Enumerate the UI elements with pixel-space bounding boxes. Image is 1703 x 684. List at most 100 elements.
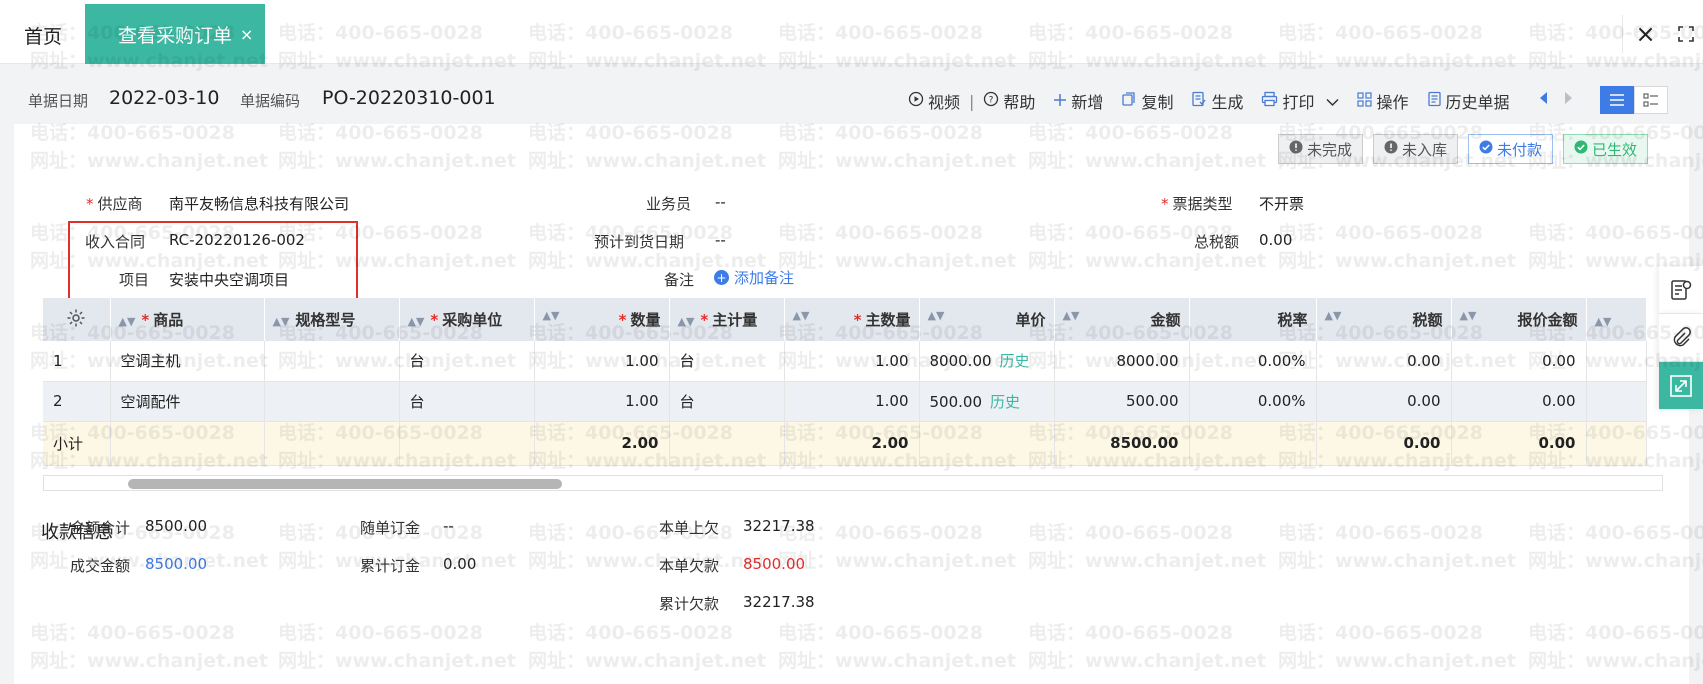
sort-icon[interactable]: ▲▼ [928, 309, 945, 322]
card-view-button[interactable] [1634, 86, 1668, 114]
arrival-date-value[interactable]: -- [715, 231, 726, 249]
video-button[interactable]: 视频 [908, 89, 960, 113]
tab-home[interactable]: 首页 [24, 22, 62, 49]
sort-icon[interactable]: ▲▼ [543, 309, 560, 322]
tab-close-icon[interactable]: × [240, 25, 253, 44]
print-label: 打印 [1282, 93, 1315, 112]
sort-icon[interactable]: ▲▼ [793, 309, 810, 322]
column-header-amount[interactable]: ▲▼ 金额 [1054, 298, 1190, 341]
tab-view-purchase-order[interactable]: 查看采购订单 × [85, 4, 265, 64]
column-header-extra[interactable]: ▲▼ [1586, 298, 1647, 341]
cell-price[interactable]: 8000.00 历史 [919, 341, 1055, 382]
price-history-link[interactable]: 历史 [1000, 352, 1030, 370]
accumulated-deposit-value: 0.00 [443, 555, 477, 573]
status-badges: 未完成 未入库 未付款 已生效 [1278, 134, 1649, 164]
copy-button[interactable]: 复制 [1121, 89, 1173, 113]
fullscreen-icon[interactable] [1668, 15, 1703, 53]
cell-tax-rate[interactable]: 0.00% [1189, 381, 1317, 422]
ticket-type-value[interactable]: 不开票 [1259, 193, 1304, 214]
column-header-spec[interactable]: ▲▼ 规格型号 [264, 298, 400, 341]
code-label: 单据编码 [240, 92, 301, 110]
check-circle-icon [1479, 140, 1493, 158]
table-row[interactable]: 2 空调配件 台 1.00 台 1.00 500.00 历史 500.00 0.0… [43, 381, 1647, 422]
list-view-button[interactable] [1600, 86, 1634, 114]
sort-icon[interactable]: ▲▼ [1325, 309, 1342, 322]
column-header-unit[interactable]: ▲▼ * 采购单位 [399, 298, 535, 341]
column-header-price[interactable]: ▲▼ 单价 [919, 298, 1055, 341]
status-badge-effective: 已生效 [1563, 134, 1649, 164]
document-header: 单据日期 2022-03-10 单据编码 PO-20220310-001 视频 … [0, 80, 1703, 120]
add-remark-button[interactable]: + 添加备注 [714, 267, 794, 288]
deal-amount-value[interactable]: 8500.00 [145, 555, 207, 573]
add-button[interactable]: 新增 [1053, 89, 1103, 113]
cell-tax-rate[interactable]: 0.00% [1189, 341, 1317, 382]
column-header-main-unit[interactable]: ▲▼ * 主计量 [669, 298, 785, 341]
column-header-main-qty[interactable]: ▲▼ * 主数量 [784, 298, 920, 341]
sort-icon[interactable]: ▲▼ [1460, 309, 1477, 322]
salesman-value[interactable]: -- [715, 193, 726, 211]
column-header-tax[interactable]: ▲▼ 税额 [1316, 298, 1452, 341]
chevron-down-icon[interactable] [1326, 92, 1340, 111]
column-settings-button[interactable] [43, 298, 111, 341]
toolbar: 视频 | ? 帮助 新增 复制 生成 打印 操作 历史单据 [908, 89, 1528, 113]
cell-main-unit[interactable]: 台 [669, 341, 785, 382]
order-owed-value: 8500.00 [743, 555, 806, 573]
column-header-label: 主数量 [865, 311, 911, 329]
previous-record-icon[interactable] [1538, 90, 1548, 109]
column-header-label: 商品 [153, 311, 184, 329]
print-button[interactable]: 打印 [1261, 89, 1340, 113]
cell-product[interactable]: 空调配件 [110, 381, 265, 422]
plus-icon [1053, 92, 1067, 111]
cell-amount[interactable]: 500.00 [1054, 381, 1190, 422]
cell-spec[interactable] [264, 341, 400, 382]
horizontal-scrollbar[interactable] [43, 475, 1663, 491]
document-log-button[interactable] [1659, 266, 1703, 314]
history-docs-button[interactable]: 历史单据 [1427, 89, 1510, 113]
column-header-tax-rate[interactable]: 税率 [1189, 298, 1317, 341]
scrollbar-thumb[interactable] [128, 479, 562, 489]
ticket-type-label: * 票据类型 [1161, 193, 1233, 214]
sort-icon[interactable]: ▲▼ [678, 315, 695, 328]
side-panel [1659, 266, 1703, 410]
cell-main-unit[interactable]: 台 [669, 381, 785, 422]
supplier-value[interactable]: 南平友畅信息科技有限公司 [169, 193, 349, 214]
cell-unit[interactable]: 台 [399, 381, 535, 422]
cell-product[interactable]: 空调主机 [110, 341, 265, 382]
sort-icon[interactable]: ▲▼ [119, 315, 136, 328]
cell-unit[interactable]: 台 [399, 341, 535, 382]
cell-main-qty[interactable]: 1.00 [784, 341, 920, 382]
cell-quote-amount[interactable]: 0.00 [1451, 381, 1587, 422]
close-window-icon[interactable]: × [1622, 15, 1668, 53]
cell-qty[interactable]: 1.00 [534, 341, 670, 382]
generate-label: 生成 [1211, 93, 1244, 112]
tax-total-value: 0.00 [1259, 231, 1293, 249]
attachment-button[interactable] [1659, 314, 1703, 362]
cell-quote-amount[interactable]: 0.00 [1451, 341, 1587, 382]
cell-tax[interactable]: 0.00 [1316, 341, 1452, 382]
cell-spec[interactable] [264, 381, 400, 422]
sort-icon[interactable]: ▲▼ [273, 315, 290, 328]
column-header-quote-amount[interactable]: ▲▼ 报价金额 [1451, 298, 1587, 341]
column-header-product[interactable]: ▲▼ * 商品 [110, 298, 265, 341]
cell-tax[interactable]: 0.00 [1316, 381, 1452, 422]
table-row[interactable]: 1 空调主机 台 1.00 台 1.00 8000.00 历史 8000.00 0… [43, 341, 1647, 382]
expand-button[interactable] [1659, 362, 1703, 410]
cell-main-qty[interactable]: 1.00 [784, 381, 920, 422]
sort-icon[interactable]: ▲▼ [1063, 309, 1080, 322]
order-owed-label: 本单欠款 [659, 557, 720, 575]
cell-price[interactable]: 500.00 历史 [919, 381, 1055, 422]
operate-button[interactable]: 操作 [1357, 89, 1409, 113]
cell-qty[interactable]: 1.00 [534, 381, 670, 422]
cell-extra [1586, 381, 1647, 422]
price-history-link[interactable]: 历史 [990, 393, 1020, 411]
cell-amount[interactable]: 8000.00 [1054, 341, 1190, 382]
exclamation-circle-icon [1384, 140, 1398, 158]
sort-icon[interactable]: ▲▼ [1595, 315, 1612, 328]
operate-label: 操作 [1376, 93, 1409, 112]
help-button[interactable]: ? 帮助 [983, 89, 1035, 113]
next-record-icon[interactable] [1564, 90, 1574, 109]
generate-button[interactable]: 生成 [1191, 89, 1243, 113]
sort-icon[interactable]: ▲▼ [408, 315, 425, 328]
column-header-qty[interactable]: ▲▼ * 数量 [534, 298, 670, 341]
column-header-label: 金额 [1150, 311, 1181, 329]
